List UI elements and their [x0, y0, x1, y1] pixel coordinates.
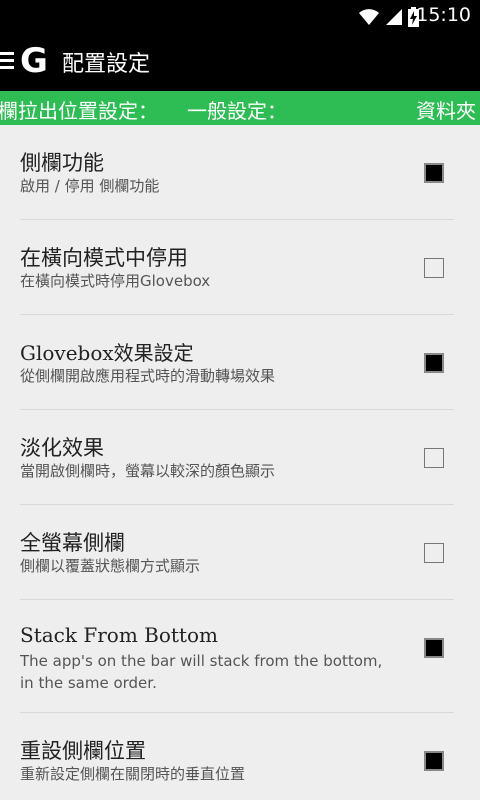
setting-sidebar-feature[interactable]: 側欄功能 啟用 / 停用 側欄功能 — [20, 125, 454, 220]
tab-folder[interactable]: 資料夾 — [416, 95, 476, 124]
checkbox[interactable] — [424, 163, 444, 183]
menu-icon[interactable] — [0, 52, 14, 70]
status-icons — [358, 6, 419, 28]
setting-glovebox-effect[interactable]: Glovebox效果設定 從側欄開啟應用程式時的滑動轉場效果 — [20, 315, 454, 410]
setting-title: 重設側欄位置 — [20, 739, 146, 763]
setting-summary: 側欄以覆蓋狀態欄方式顯示 — [20, 557, 201, 575]
tab-general[interactable]: 一般設定： — [187, 95, 287, 124]
wifi-icon — [359, 9, 379, 25]
checkbox[interactable] — [424, 448, 444, 468]
setting-title: Glovebox效果設定 — [20, 341, 194, 365]
checkbox[interactable] — [424, 751, 444, 771]
setting-title: 全螢幕側欄 — [20, 531, 125, 555]
tab-strip: 欄拉出位置設定： 一般設定： 資料夾 — [0, 91, 480, 125]
page-title: 配置設定 — [62, 52, 151, 77]
setting-summary: 重新設定側欄在關閉時的垂直位置 — [20, 765, 246, 783]
clock: 15:10 — [416, 4, 471, 26]
setting-summary: The app's on the bar will stack from the… — [20, 652, 383, 692]
setting-title: 側欄功能 — [20, 151, 104, 175]
setting-disable-landscape[interactable]: 在橫向模式中停用 在橫向模式時停用Glovebox — [20, 220, 454, 315]
settings-list: 側欄功能 啟用 / 停用 側欄功能 在橫向模式中停用 在橫向模式時停用Glove… — [0, 125, 480, 800]
action-bar: G 配置設定 — [0, 33, 480, 91]
checkbox[interactable] — [424, 638, 444, 658]
setting-stack-from-bottom[interactable]: Stack From Bottom The app's on the bar w… — [20, 600, 454, 713]
signal-icon — [386, 9, 402, 25]
setting-summary: 當開啟側欄時，螢幕以較深的顏色顯示 — [20, 462, 276, 480]
setting-title: 淡化效果 — [20, 436, 104, 460]
setting-reset-sidebar-position[interactable]: 重設側欄位置 重新設定側欄在關閉時的垂直位置 — [20, 713, 454, 800]
setting-summary: 啟用 / 停用 側欄功能 — [20, 177, 160, 195]
checkbox[interactable] — [424, 543, 444, 563]
tab-drawer-position[interactable]: 欄拉出位置設定： — [0, 95, 158, 124]
app-logo[interactable]: G — [20, 41, 48, 81]
setting-summary: 在橫向模式時停用Glovebox — [20, 272, 211, 290]
setting-title: 在橫向模式中停用 — [20, 246, 188, 270]
setting-summary: 從側欄開啟應用程式時的滑動轉場效果 — [20, 367, 276, 385]
setting-dim-effect[interactable]: 淡化效果 當開啟側欄時，螢幕以較深的顏色顯示 — [20, 410, 454, 505]
checkbox[interactable] — [424, 353, 444, 373]
setting-fullscreen-sidebar[interactable]: 全螢幕側欄 側欄以覆蓋狀態欄方式顯示 — [20, 505, 454, 600]
status-bar: 15:10 — [0, 0, 480, 33]
checkbox[interactable] — [424, 258, 444, 278]
setting-title: Stack From Bottom — [20, 623, 218, 647]
